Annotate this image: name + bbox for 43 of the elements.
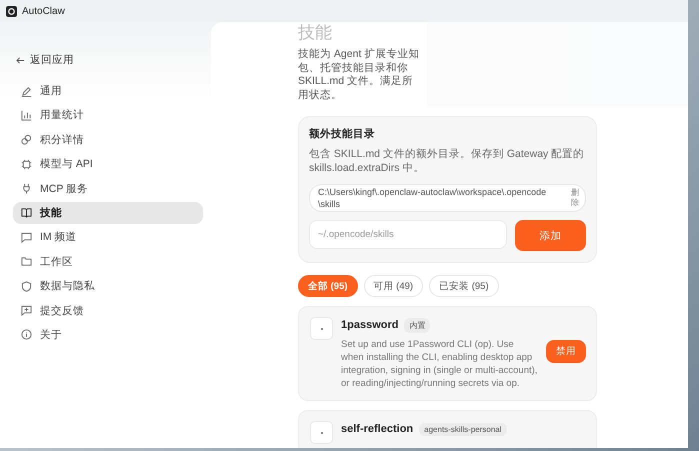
page-description-line: 用状态。	[298, 88, 343, 102]
sidebar-item[interactable]: 提交反馈	[13, 300, 203, 322]
page-description-line: 包、托管技能目录和你	[298, 62, 409, 75]
nav-icon	[21, 305, 32, 316]
nav-icon	[21, 110, 32, 121]
filter-tab[interactable]: 已安装 (95)	[429, 275, 499, 298]
nav-icon	[21, 232, 32, 243]
nav-icon	[21, 183, 32, 194]
nav-icon	[21, 158, 32, 170]
skill-tag: 内置	[404, 318, 430, 333]
page-description-line: SKILL.md 文件。满足所	[298, 75, 414, 89]
sidebar-item[interactable]: 工作区	[13, 250, 203, 273]
sidebar-item[interactable]: 数据与隐私	[13, 275, 203, 298]
skill-name: 1password	[341, 319, 398, 332]
nav-icon	[21, 280, 32, 292]
sidebar-item[interactable]: 模型与 API	[13, 153, 203, 176]
sidebar-item[interactable]: MCP 服务	[13, 178, 203, 200]
skill-tag: agents-skills-personal	[419, 422, 507, 436]
page-title: 技能	[298, 22, 333, 44]
sidebar-item[interactable]: IM 频道	[13, 226, 203, 248]
card-title: 额外技能目录	[309, 127, 376, 142]
sidebar-item[interactable]: 积分详情	[13, 128, 203, 151]
nav-icon	[21, 207, 32, 218]
back-arrow-icon	[16, 56, 25, 64]
sidebar-item[interactable]: 技能	[13, 202, 203, 224]
sidebar-item[interactable]: 关于	[13, 324, 203, 346]
directory-input-field[interactable]: ~/.opencode/skills	[309, 220, 507, 250]
page-description-line: 技能为 Agent 扩展专业知	[298, 48, 420, 62]
nav-icon	[21, 134, 32, 146]
app-logo-icon	[6, 6, 17, 16]
remove-link[interactable]: 删除	[571, 188, 579, 208]
filter-tab[interactable]: 可用 (49)	[364, 275, 424, 298]
back-link[interactable]: 返回应用	[16, 52, 211, 68]
skill-description: Set up and use 1Password CLI (op). Use when installing the CLI, enabling desktop app integration, signing in (single or multi-account), or reading/injecting/running secrets via op.	[341, 338, 538, 390]
nav-icon	[21, 256, 32, 268]
card-description: 包含 SKILL.md 文件的额外目录。保存到 Gateway 配置的 skills.load.extraDirs 中。	[309, 147, 586, 176]
nav-icon	[21, 329, 32, 340]
nav-icon	[21, 86, 32, 96]
window-title: AutoClaw	[22, 6, 65, 16]
sidebar-item[interactable]: 通用	[13, 80, 203, 102]
sidebar-item[interactable]: 用量统计	[13, 104, 203, 126]
skill-name: self-reflection	[341, 423, 414, 436]
directory-path: C:\Users\kingf\.openclaw-autoclaw\workspace\.opencode\skills	[318, 186, 548, 210]
